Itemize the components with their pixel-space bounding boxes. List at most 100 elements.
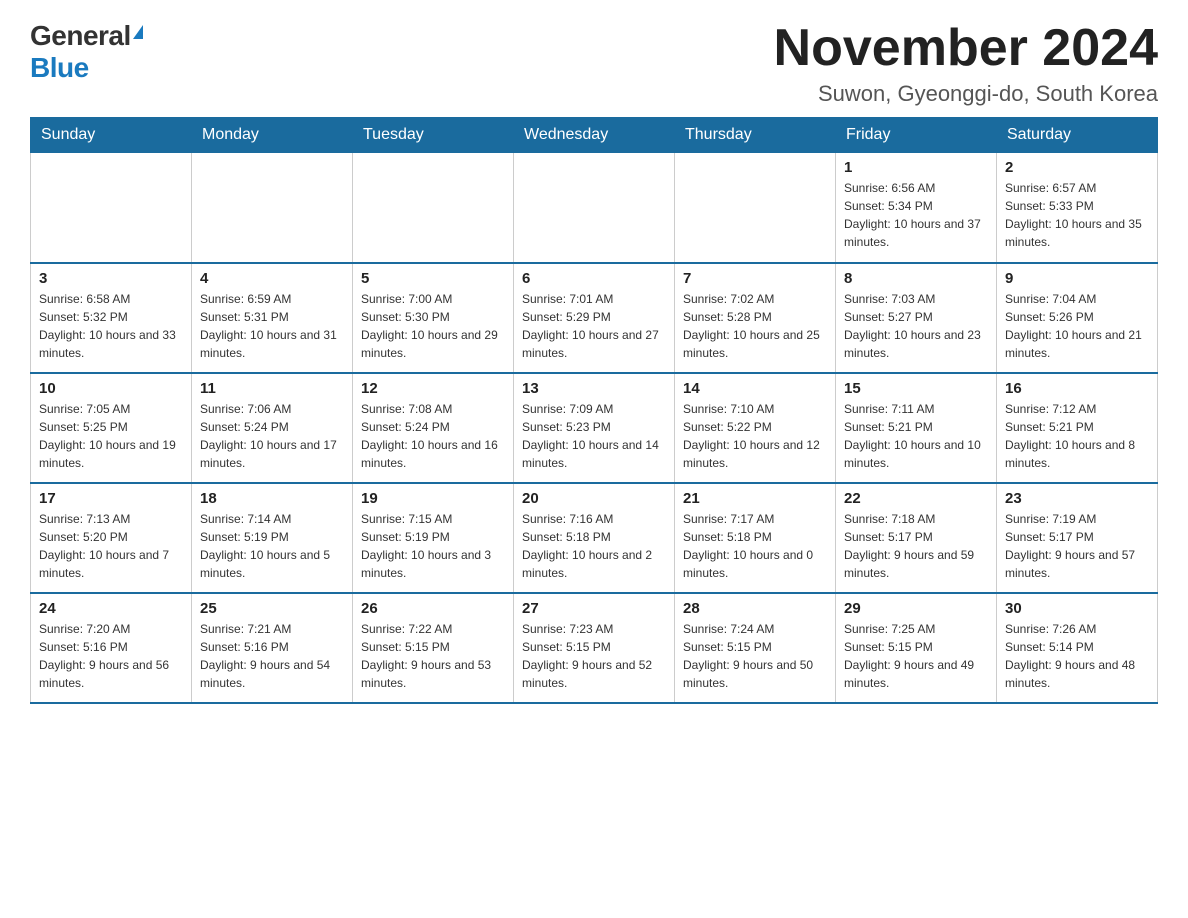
day-info: Sunrise: 7:02 AMSunset: 5:28 PMDaylight:…: [683, 290, 827, 362]
day-number: 19: [361, 490, 505, 507]
calendar-cell: 28 Sunrise: 7:24 AMSunset: 5:15 PMDayligh…: [675, 593, 836, 703]
day-info: Sunrise: 7:10 AMSunset: 5:22 PMDaylight:…: [683, 400, 827, 472]
calendar-cell: 10Sunrise: 7:05 AMSunset: 5:25 PMDayligh…: [31, 373, 192, 483]
calendar-cell: 24 Sunrise: 7:20 AMSunset: 5:16 PMDayligh…: [31, 593, 192, 703]
day-info: Sunrise: 7:04 AMSunset: 5:26 PMDaylight:…: [1005, 290, 1149, 362]
logo-blue-text: Blue: [30, 52, 89, 84]
calendar-cell: 7 Sunrise: 7:02 AMSunset: 5:28 PMDaylight…: [675, 263, 836, 373]
day-number: 20: [522, 490, 666, 507]
day-info: Sunrise: 7:03 AMSunset: 5:27 PMDaylight:…: [844, 290, 988, 362]
calendar-cell: 29Sunrise: 7:25 AMSunset: 5:15 PMDayligh…: [836, 593, 997, 703]
day-number: 1: [844, 159, 988, 176]
day-info: Sunrise: 6:59 AMSunset: 5:31 PMDaylight:…: [200, 290, 344, 362]
calendar-table: SundayMondayTuesdayWednesdayThursdayFrid…: [30, 117, 1158, 704]
calendar-week-row: 3 Sunrise: 6:58 AMSunset: 5:32 PMDaylight…: [31, 263, 1158, 373]
day-number: 10: [39, 380, 183, 397]
weekday-header-saturday: Saturday: [997, 118, 1158, 153]
calendar-week-row: 17 Sunrise: 7:13 AMSunset: 5:20 PMDayligh…: [31, 483, 1158, 593]
day-number: 13: [522, 380, 666, 397]
calendar-cell: 11 Sunrise: 7:06 AMSunset: 5:24 PMDayligh…: [192, 373, 353, 483]
calendar-week-row: 24 Sunrise: 7:20 AMSunset: 5:16 PMDayligh…: [31, 593, 1158, 703]
day-number: 25: [200, 600, 344, 617]
weekday-header-tuesday: Tuesday: [353, 118, 514, 153]
logo: General Blue: [30, 20, 143, 84]
weekday-header-friday: Friday: [836, 118, 997, 153]
day-info: Sunrise: 7:19 AMSunset: 5:17 PMDaylight:…: [1005, 510, 1149, 582]
calendar-cell: 8Sunrise: 7:03 AMSunset: 5:27 PMDaylight…: [836, 263, 997, 373]
day-number: 2: [1005, 159, 1149, 176]
day-number: 27: [522, 600, 666, 617]
day-number: 26: [361, 600, 505, 617]
day-info: Sunrise: 7:21 AMSunset: 5:16 PMDaylight:…: [200, 620, 344, 692]
day-number: 3: [39, 270, 183, 287]
day-number: 6: [522, 270, 666, 287]
calendar-header-row: SundayMondayTuesdayWednesdayThursdayFrid…: [31, 118, 1158, 153]
calendar-cell: 15 Sunrise: 7:11 AMSunset: 5:21 PMDayligh…: [836, 373, 997, 483]
day-info: Sunrise: 7:12 AMSunset: 5:21 PMDaylight:…: [1005, 400, 1149, 472]
day-info: Sunrise: 7:20 AMSunset: 5:16 PMDaylight:…: [39, 620, 183, 692]
day-number: 9: [1005, 270, 1149, 287]
month-title: November 2024: [774, 20, 1158, 77]
day-number: 18: [200, 490, 344, 507]
day-number: 21: [683, 490, 827, 507]
day-info: Sunrise: 7:09 AMSunset: 5:23 PMDaylight:…: [522, 400, 666, 472]
day-info: Sunrise: 7:22 AMSunset: 5:15 PMDaylight:…: [361, 620, 505, 692]
calendar-cell: [192, 153, 353, 263]
calendar-cell: 9 Sunrise: 7:04 AMSunset: 5:26 PMDaylight…: [997, 263, 1158, 373]
day-info: Sunrise: 7:13 AMSunset: 5:20 PMDaylight:…: [39, 510, 183, 582]
day-info: Sunrise: 7:15 AMSunset: 5:19 PMDaylight:…: [361, 510, 505, 582]
title-section: November 2024 Suwon, Gyeonggi-do, South …: [774, 20, 1158, 107]
calendar-cell: 23 Sunrise: 7:19 AMSunset: 5:17 PMDayligh…: [997, 483, 1158, 593]
calendar-cell: 25 Sunrise: 7:21 AMSunset: 5:16 PMDayligh…: [192, 593, 353, 703]
calendar-cell: 20 Sunrise: 7:16 AMSunset: 5:18 PMDayligh…: [514, 483, 675, 593]
day-number: 16: [1005, 380, 1149, 397]
calendar-cell: 17 Sunrise: 7:13 AMSunset: 5:20 PMDayligh…: [31, 483, 192, 593]
day-number: 7: [683, 270, 827, 287]
day-number: 12: [361, 380, 505, 397]
calendar-cell: 21 Sunrise: 7:17 AMSunset: 5:18 PMDayligh…: [675, 483, 836, 593]
day-number: 30: [1005, 600, 1149, 617]
calendar-cell: 27 Sunrise: 7:23 AMSunset: 5:15 PMDayligh…: [514, 593, 675, 703]
calendar-cell: 19 Sunrise: 7:15 AMSunset: 5:19 PMDayligh…: [353, 483, 514, 593]
day-info: Sunrise: 7:06 AMSunset: 5:24 PMDaylight:…: [200, 400, 344, 472]
calendar-cell: 2Sunrise: 6:57 AMSunset: 5:33 PMDaylight…: [997, 153, 1158, 263]
calendar-cell: [353, 153, 514, 263]
day-number: 28: [683, 600, 827, 617]
calendar-cell: 4Sunrise: 6:59 AMSunset: 5:31 PMDaylight…: [192, 263, 353, 373]
day-info: Sunrise: 6:56 AMSunset: 5:34 PMDaylight:…: [844, 179, 988, 251]
calendar-cell: 12 Sunrise: 7:08 AMSunset: 5:24 PMDayligh…: [353, 373, 514, 483]
day-info: Sunrise: 6:58 AMSunset: 5:32 PMDaylight:…: [39, 290, 183, 362]
day-number: 24: [39, 600, 183, 617]
weekday-header-thursday: Thursday: [675, 118, 836, 153]
weekday-header-sunday: Sunday: [31, 118, 192, 153]
day-info: Sunrise: 7:00 AMSunset: 5:30 PMDaylight:…: [361, 290, 505, 362]
day-info: Sunrise: 7:11 AMSunset: 5:21 PMDaylight:…: [844, 400, 988, 472]
day-info: Sunrise: 7:26 AMSunset: 5:14 PMDaylight:…: [1005, 620, 1149, 692]
calendar-cell: 6 Sunrise: 7:01 AMSunset: 5:29 PMDaylight…: [514, 263, 675, 373]
day-number: 22: [844, 490, 988, 507]
day-info: Sunrise: 7:24 AMSunset: 5:15 PMDaylight:…: [683, 620, 827, 692]
calendar-cell: 22Sunrise: 7:18 AMSunset: 5:17 PMDayligh…: [836, 483, 997, 593]
calendar-cell: [675, 153, 836, 263]
day-number: 15: [844, 380, 988, 397]
day-info: Sunrise: 7:16 AMSunset: 5:18 PMDaylight:…: [522, 510, 666, 582]
weekday-header-wednesday: Wednesday: [514, 118, 675, 153]
day-number: 11: [200, 380, 344, 397]
day-info: Sunrise: 7:01 AMSunset: 5:29 PMDaylight:…: [522, 290, 666, 362]
logo-general-text: General: [30, 20, 131, 52]
calendar-week-row: 10Sunrise: 7:05 AMSunset: 5:25 PMDayligh…: [31, 373, 1158, 483]
calendar-cell: [31, 153, 192, 263]
day-info: Sunrise: 7:08 AMSunset: 5:24 PMDaylight:…: [361, 400, 505, 472]
day-number: 23: [1005, 490, 1149, 507]
calendar-cell: 26 Sunrise: 7:22 AMSunset: 5:15 PMDayligh…: [353, 593, 514, 703]
day-info: Sunrise: 7:17 AMSunset: 5:18 PMDaylight:…: [683, 510, 827, 582]
calendar-cell: [514, 153, 675, 263]
day-number: 29: [844, 600, 988, 617]
location-title: Suwon, Gyeonggi-do, South Korea: [774, 81, 1158, 107]
weekday-header-monday: Monday: [192, 118, 353, 153]
day-info: Sunrise: 7:23 AMSunset: 5:15 PMDaylight:…: [522, 620, 666, 692]
calendar-cell: 30 Sunrise: 7:26 AMSunset: 5:14 PMDayligh…: [997, 593, 1158, 703]
calendar-cell: 3 Sunrise: 6:58 AMSunset: 5:32 PMDaylight…: [31, 263, 192, 373]
page-header: General Blue November 2024 Suwon, Gyeong…: [30, 20, 1158, 107]
day-number: 17: [39, 490, 183, 507]
